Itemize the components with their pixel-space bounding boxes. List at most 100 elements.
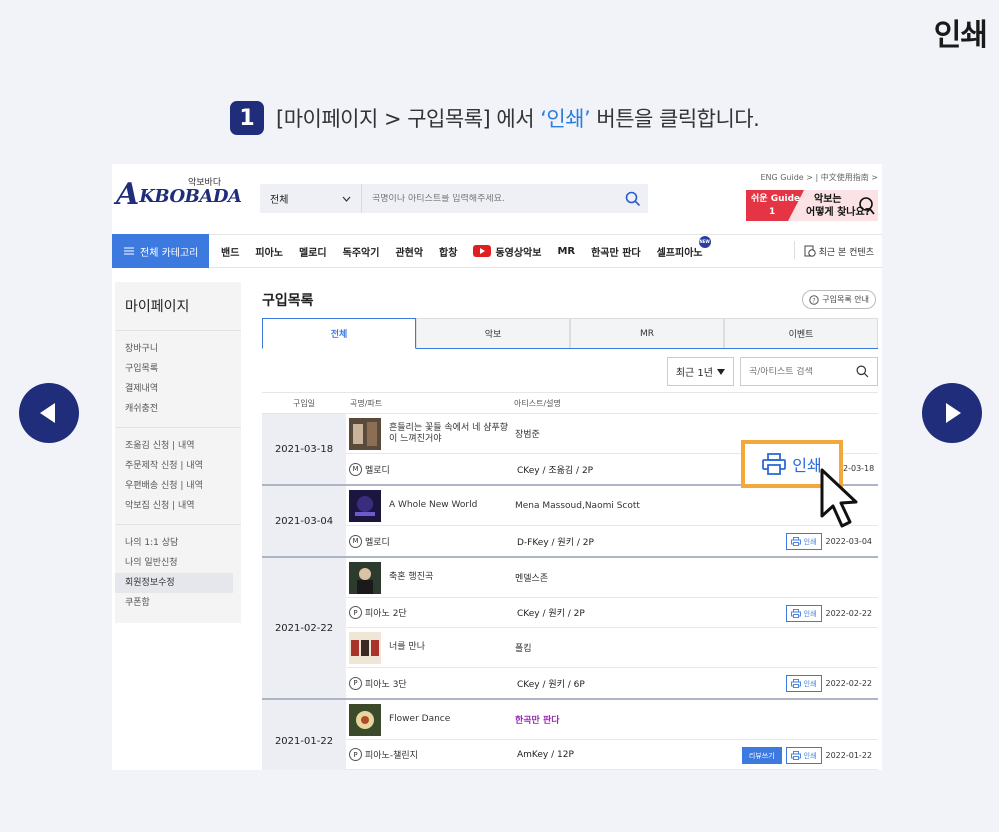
purchase-group: 2021-01-22 Flower Dance 한곡만 판다 P 피아노-챌린지 <box>262 700 878 770</box>
printer-icon <box>790 751 801 760</box>
menu-item-mr[interactable]: MR <box>557 246 575 257</box>
part-type-icon: P <box>349 748 362 761</box>
clock-icon <box>804 245 816 257</box>
sidebar-item-member-info[interactable]: 회원정보수정 <box>115 573 233 593</box>
sidebar-item-payments[interactable]: 결제내역 <box>115 379 241 399</box>
print-button[interactable]: 인쇄 <box>785 605 822 622</box>
print-button[interactable]: 인쇄 <box>785 675 822 692</box>
row-actions: 인쇄 2022-03-04 <box>785 533 873 550</box>
sidebar-item-consult[interactable]: 나의 1:1 상담 <box>115 533 241 553</box>
album-thumbnail <box>349 631 381 664</box>
row-actions: 리뷰쓰기 인쇄 2022-01-22 <box>741 747 873 764</box>
menu-item-video-score[interactable]: 동영상악보 <box>473 244 541 259</box>
menu-icon <box>124 247 134 255</box>
sidebar-item-custom-order[interactable]: 주문제작 신청 | 내역 <box>115 456 241 476</box>
sidebar-item-coupons[interactable]: 쿠폰함 <box>115 593 241 613</box>
available-date: 2022-03-04 <box>825 537 873 546</box>
language-links[interactable]: ENG Guide > | 中文使用指南 > <box>760 172 878 183</box>
purchase-guide-label: 구입목록 안내 <box>822 295 869 304</box>
song-title[interactable]: 흔들리는 꽃들 속에서 네 샴푸향이 느껴진거야 <box>389 423 515 445</box>
search-category-select[interactable]: 전체 <box>260 184 362 213</box>
list-search-input[interactable] <box>749 366 849 377</box>
sidebar-item-transpose[interactable]: 조옮김 신청 | 내역 <box>115 436 241 456</box>
new-badge: NEW <box>698 235 711 248</box>
guide-red-line1: 쉬운 Guide <box>751 194 801 204</box>
purchase-date: 2021-01-22 <box>262 700 346 770</box>
all-categories-button[interactable]: 전체 카테고리 <box>112 234 209 268</box>
search-category-label: 전체 <box>270 195 289 206</box>
printer-icon <box>790 537 801 546</box>
sidebar-title: 마이페이지 <box>115 282 241 331</box>
printer-icon <box>790 609 801 618</box>
sidebar-item-general-request[interactable]: 나의 일반신청 <box>115 553 241 573</box>
logo-text: KBOBADA <box>139 186 242 207</box>
tab-events[interactable]: 이벤트 <box>724 318 878 348</box>
part-info: M 멜로디 <box>349 462 517 476</box>
tab-mr[interactable]: MR <box>570 318 724 348</box>
easy-guide-banner[interactable]: 쉬운 Guide 1 악보는 어떻게 찾나요? <box>746 190 878 221</box>
artist-name: 폴킴 <box>515 644 532 654</box>
video-score-label: 동영상악보 <box>495 247 542 259</box>
all-categories-label: 전체 카테고리 <box>140 247 199 259</box>
page-title: 구입목록 <box>262 293 314 309</box>
chevron-left-icon <box>40 403 55 423</box>
purchase-group: 2021-02-22 축혼 행진곡 멘델스존 P 피아노 2단 CKey / 원… <box>262 558 878 700</box>
menu-item-orchestra[interactable]: 관현악 <box>395 244 423 259</box>
tab-all[interactable]: 전체 <box>262 318 416 349</box>
menu-item-choir[interactable]: 합창 <box>439 244 457 259</box>
col-song-part: 곡명/파트 <box>350 398 383 408</box>
available-date: 2022-02-22 <box>825 609 873 618</box>
menu-item-band[interactable]: 밴드 <box>221 244 239 259</box>
menu-item-piano[interactable]: 피아노 <box>255 244 283 259</box>
prev-slide-button[interactable] <box>19 383 79 443</box>
key-info: AmKey / 12P <box>517 749 574 760</box>
recent-content-button[interactable]: 최근 본 컨텐츠 <box>793 240 874 259</box>
period-select[interactable]: 최근 1년 <box>666 357 734 386</box>
sidebar-item-cart[interactable]: 장바구니 <box>115 339 241 359</box>
artist-name: 장범준 <box>515 430 540 440</box>
available-date: 2022-01-22 <box>825 751 873 760</box>
key-info: D-FKey / 원키 / 2P <box>517 537 594 548</box>
review-button[interactable]: 리뷰쓰기 <box>741 747 782 764</box>
sidebar-item-mail-delivery[interactable]: 우편배송 신청 | 내역 <box>115 476 241 496</box>
song-title[interactable]: 축혼 행진곡 <box>389 572 515 583</box>
part-info: M 멜로디 <box>349 534 517 548</box>
menu-item-one-song[interactable]: 한곡만 판다 <box>591 244 640 259</box>
next-slide-button[interactable] <box>922 383 982 443</box>
site-logo[interactable]: A KBOBADA 악보바다 <box>116 177 242 212</box>
print-button[interactable]: 인쇄 <box>785 533 822 550</box>
purchase-list: 구입목록 ? 구입목록 안내 전체 악보 MR 이벤트 최근 1년 구입일 곡명 <box>262 290 878 770</box>
sidebar-group-account: 나의 1:1 상담 나의 일반신청 회원정보수정 쿠폰함 <box>115 525 241 621</box>
list-item: 너를 만나 폴킴 P 피아노 3단 CKey / 원키 / 6P 인쇄 2022… <box>346 628 878 698</box>
mouse-cursor-icon <box>820 468 858 528</box>
song-title[interactable]: 너를 만나 <box>389 642 515 653</box>
print-label: 인쇄 <box>803 537 817 546</box>
song-title[interactable]: Flower Dance <box>389 714 515 725</box>
site-search: 전체 <box>260 184 648 213</box>
logo-mark: A <box>116 177 140 212</box>
list-filters: 최근 1년 <box>666 357 878 386</box>
tab-scores[interactable]: 악보 <box>416 318 570 348</box>
artist-name: Mena Massoud,Naomi Scott <box>515 500 640 511</box>
part-label: 피아노-챌린지 <box>365 751 418 761</box>
sidebar-item-purchases[interactable]: 구입목록 <box>115 359 241 379</box>
song-title[interactable]: A Whole New World <box>389 500 515 511</box>
sidebar-item-cash[interactable]: 캐쉬충전 <box>115 399 241 419</box>
purchase-guide-button[interactable]: ? 구입목록 안내 <box>802 290 876 309</box>
menu-item-melody[interactable]: 멜로디 <box>299 244 327 259</box>
search-input[interactable] <box>362 193 618 204</box>
search-icon[interactable] <box>856 365 869 378</box>
print-button[interactable]: 인쇄 <box>785 747 822 764</box>
part-label: 피아노 3단 <box>365 679 407 690</box>
instruction: 1 [마이페이지 > 구입목록] 에서 ‘인쇄’ 버튼을 클릭합니다. <box>230 100 760 136</box>
search-button[interactable] <box>618 191 648 207</box>
list-item: Flower Dance 한곡만 판다 P 피아노-챌린지 AmKey / 12… <box>346 700 878 770</box>
site-header: A KBOBADA 악보바다 전체 ENG Guide > | 中文使用指南 >… <box>112 164 882 230</box>
list-item: A Whole New World Mena Massoud,Naomi Sco… <box>346 486 878 556</box>
part-info: P 피아노 2단 <box>349 606 517 619</box>
menu-item-self-piano[interactable]: 셀프피아노 NEW <box>657 235 711 259</box>
logo-sub: 악보바다 <box>188 178 222 188</box>
help-icon: ? <box>809 294 819 305</box>
sidebar-item-score-book[interactable]: 악보집 신청 | 내역 <box>115 496 241 516</box>
menu-item-solo[interactable]: 독주악기 <box>343 244 380 259</box>
